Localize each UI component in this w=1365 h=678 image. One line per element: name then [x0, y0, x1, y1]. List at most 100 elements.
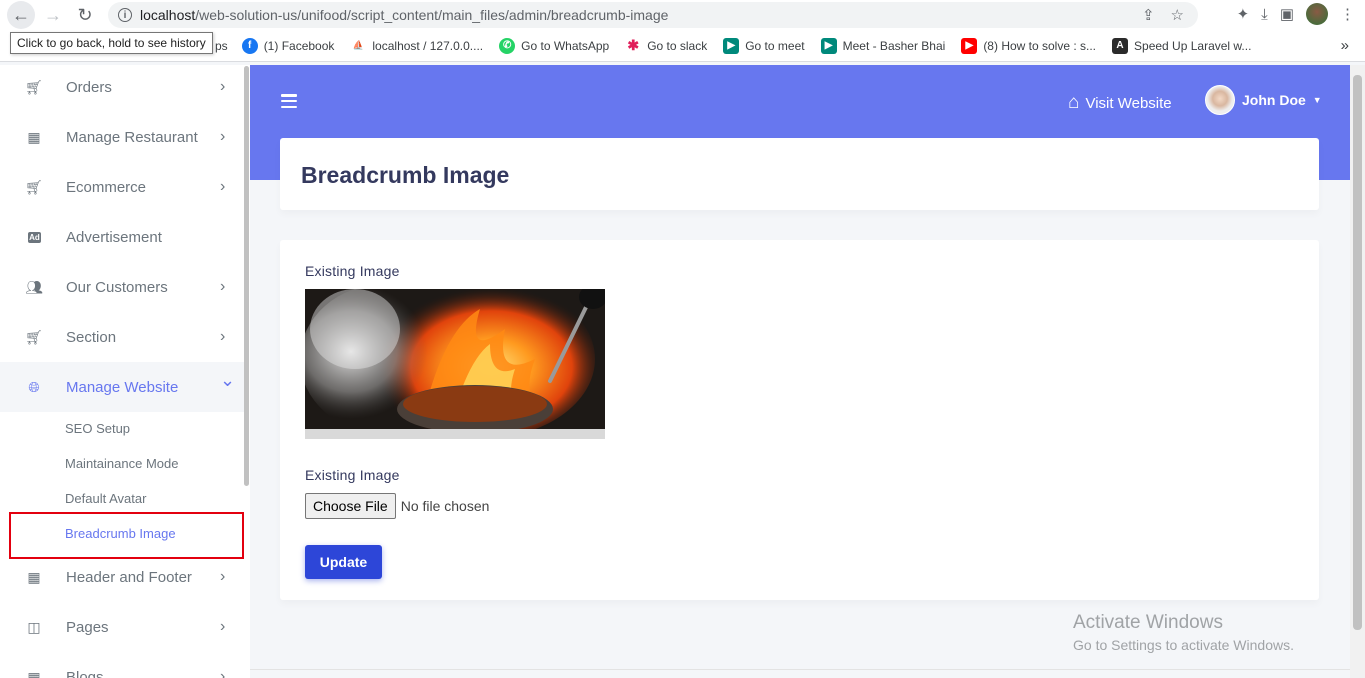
sidebar-item-advertisement[interactable]: Ad Advertisement — [0, 212, 245, 262]
bookmark-label: Meet - Basher Bhai — [842, 38, 946, 53]
meet-icon: ▶ — [723, 37, 740, 54]
sidebar-item-header-footer[interactable]: ▦ Header and Footer › — [0, 552, 245, 602]
section-header: Breadcrumb Image — [280, 138, 1319, 210]
avatar — [1205, 85, 1235, 115]
bookmark-label: Go to meet — [745, 38, 805, 53]
youtube-icon: ▶ — [961, 37, 978, 54]
slack-icon: ✱ — [625, 37, 642, 54]
arrow-left-icon: ← — [12, 4, 30, 25]
sidebar-item-label: Section — [66, 328, 117, 346]
update-button[interactable]: Update — [305, 545, 382, 579]
chevron-right-icon: › — [220, 618, 226, 635]
angular-icon: A — [1112, 37, 1129, 54]
bookmark-facebook[interactable]: f (1) Facebook — [241, 37, 335, 54]
sidebar-item-blogs[interactable]: ▦ Blogs › — [0, 652, 245, 678]
sidebar-item-ecommerce[interactable]: 🛒︎ Ecommerce › — [0, 162, 245, 212]
sidebar-item-label: Pages — [66, 618, 109, 636]
forward-button[interactable]: → — [39, 1, 67, 29]
visit-website-link[interactable]: ⌂ Visit Website — [1068, 92, 1172, 114]
url-host: localhost — [140, 7, 196, 23]
existing-image-label: Existing Image — [305, 263, 400, 279]
file-input[interactable]: Choose File No file chosen — [305, 493, 489, 519]
page-scrollbar[interactable] — [1350, 65, 1365, 678]
footer-divider — [250, 669, 1350, 670]
sub-item-default-avatar[interactable]: Default Avatar — [65, 491, 146, 506]
bookmark-label: Go to slack — [647, 38, 708, 53]
bookmark-label: (8) How to solve : s... — [983, 38, 1097, 53]
whatsapp-icon: ✆ — [499, 37, 516, 54]
sidebar-item-manage-restaurant[interactable]: ▦ Manage Restaurant › — [0, 112, 245, 162]
sidebar-item-label: Manage Website — [66, 378, 179, 396]
existing-image — [305, 289, 605, 439]
sidebar-item-our-customers[interactable]: 👥︎ Our Customers › — [0, 262, 245, 312]
page-title: Breadcrumb Image — [301, 162, 510, 188]
cart-icon: 🛒︎ — [25, 328, 43, 345]
user-dropdown[interactable]: John Doe ▼ — [1205, 85, 1322, 115]
cart-icon: 🛒︎ — [25, 178, 43, 195]
bookmark-label: Go to WhatsApp — [521, 38, 610, 53]
sidebar-item-label: Manage Restaurant — [66, 128, 198, 146]
reload-button[interactable]: ↻ — [71, 1, 99, 29]
profile-avatar[interactable] — [1306, 3, 1328, 25]
sidepanel-icon[interactable]: ▣ — [1280, 5, 1294, 23]
windows-activation-watermark: Activate Windows Go to Settings to activ… — [1073, 612, 1294, 653]
sidebar-scrollbar[interactable] — [244, 66, 249, 486]
back-button[interactable]: ← — [7, 1, 35, 29]
bookmark-youtube[interactable]: ▶ (8) How to solve : s... — [961, 37, 1097, 54]
chevron-right-icon: › — [220, 78, 226, 95]
facebook-icon: f — [241, 37, 258, 54]
visit-website-label: Visit Website — [1085, 94, 1172, 112]
ad-icon: Ad — [28, 231, 41, 243]
star-icon[interactable]: ☆ — [1171, 6, 1184, 24]
caret-down-icon: ▼ — [1312, 95, 1322, 105]
chevron-right-icon: › — [220, 328, 226, 345]
bookmark-label: ps — [215, 38, 228, 53]
back-tooltip: Click to go back, hold to see history — [10, 32, 213, 54]
more-bookmarks-icon[interactable]: » — [1341, 37, 1349, 54]
bookmark-label: localhost / 127.0.0.... — [372, 38, 484, 53]
user-name: John Doe — [1242, 92, 1306, 108]
chevron-right-icon: › — [220, 178, 226, 195]
chevron-right-icon: › — [220, 278, 226, 295]
upload-image-label: Existing Image — [305, 467, 400, 483]
kebab-menu-icon[interactable]: ⋮ — [1340, 5, 1355, 23]
download-icon[interactable]: ⤓ — [1261, 6, 1268, 23]
chevron-right-icon: › — [220, 128, 226, 145]
sidebar-item-section[interactable]: 🛒︎ Section › — [0, 312, 245, 362]
users-icon: 👥︎ — [25, 278, 43, 295]
globe-icon: 🌐︎ — [28, 378, 40, 395]
bookmark-whatsapp[interactable]: ✆ Go to WhatsApp — [499, 37, 610, 54]
bookmark-apps[interactable]: ps — [215, 39, 228, 53]
cart-icon: 🛒︎ — [25, 78, 43, 95]
watermark-line1: Activate Windows — [1073, 612, 1223, 633]
home-icon: ⌂ — [1068, 92, 1080, 113]
bookmark-meet[interactable]: ▶ Go to meet — [723, 37, 805, 54]
chevron-right-icon: › — [220, 568, 226, 585]
sub-item-maintainance-mode[interactable]: Maintainance Mode — [65, 456, 178, 471]
bookmark-label: (1) Facebook — [263, 38, 335, 53]
bookmark-meet-basher[interactable]: ▶ Meet - Basher Bhai — [820, 37, 946, 54]
site-info-icon[interactable]: i — [118, 8, 132, 22]
sidebar-item-manage-website[interactable]: 🌐︎ Manage Website ⌄ — [0, 362, 245, 412]
choose-file-button[interactable]: Choose File — [305, 493, 396, 519]
sub-item-seo-setup[interactable]: SEO Setup — [65, 421, 130, 436]
address-bar[interactable]: i localhost/web-solution-us/unifood/scri… — [108, 2, 1198, 28]
reload-icon: ↻ — [77, 4, 93, 25]
sidebar-item-pages[interactable]: ◫ Pages › — [0, 602, 245, 652]
browser-toolbar: ← → ↻ i localhost/web-solution-us/unifoo… — [0, 0, 1365, 30]
bookmark-slack[interactable]: ✱ Go to slack — [625, 37, 708, 54]
bookmark-phpmyadmin[interactable]: ⛵ localhost / 127.0.0.... — [350, 37, 484, 54]
sidebar-item-label: Header and Footer — [66, 568, 192, 586]
sidebar-item-orders[interactable]: 🛒︎ Orders › — [0, 65, 245, 112]
bookmark-laravel[interactable]: A Speed Up Laravel w... — [1112, 37, 1251, 54]
share-icon[interactable]: ⇪ — [1142, 6, 1155, 24]
columns-icon: ◫ — [27, 618, 41, 635]
grid-icon: ▦ — [27, 568, 41, 585]
hamburger-menu-icon[interactable] — [281, 94, 297, 108]
sidebar-item-label: Ecommerce — [66, 178, 147, 196]
extensions-icon[interactable]: ✦ — [1237, 5, 1250, 23]
sidebar-item-label: Advertisement — [66, 228, 162, 246]
grid-icon: ▦ — [27, 668, 41, 678]
chevron-right-icon: › — [220, 668, 226, 678]
arrow-right-icon: → — [44, 4, 62, 25]
